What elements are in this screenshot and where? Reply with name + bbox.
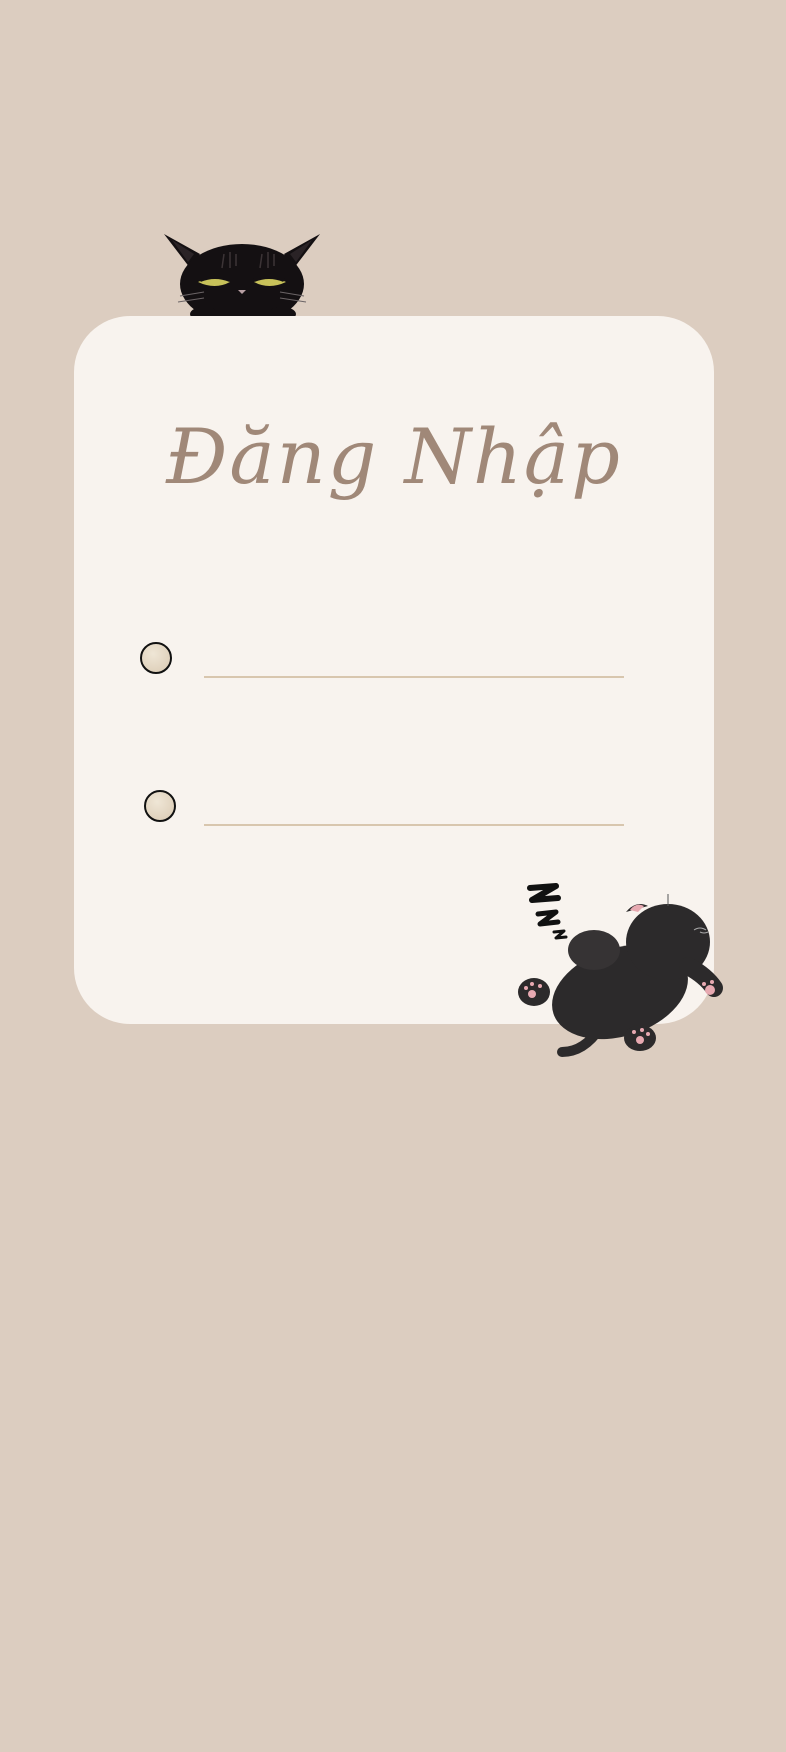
username-field-row [140,642,694,682]
peeking-cat-illustration [164,234,320,320]
lock-circle-icon [144,790,176,822]
sleeping-cat-illustration [518,883,723,1057]
user-circle-icon [140,642,172,674]
password-field-row [140,790,694,830]
username-input[interactable] [204,642,624,678]
zzz-icon [527,883,568,940]
password-input[interactable] [204,790,624,826]
page-title: Đăng Nhập [166,412,622,501]
